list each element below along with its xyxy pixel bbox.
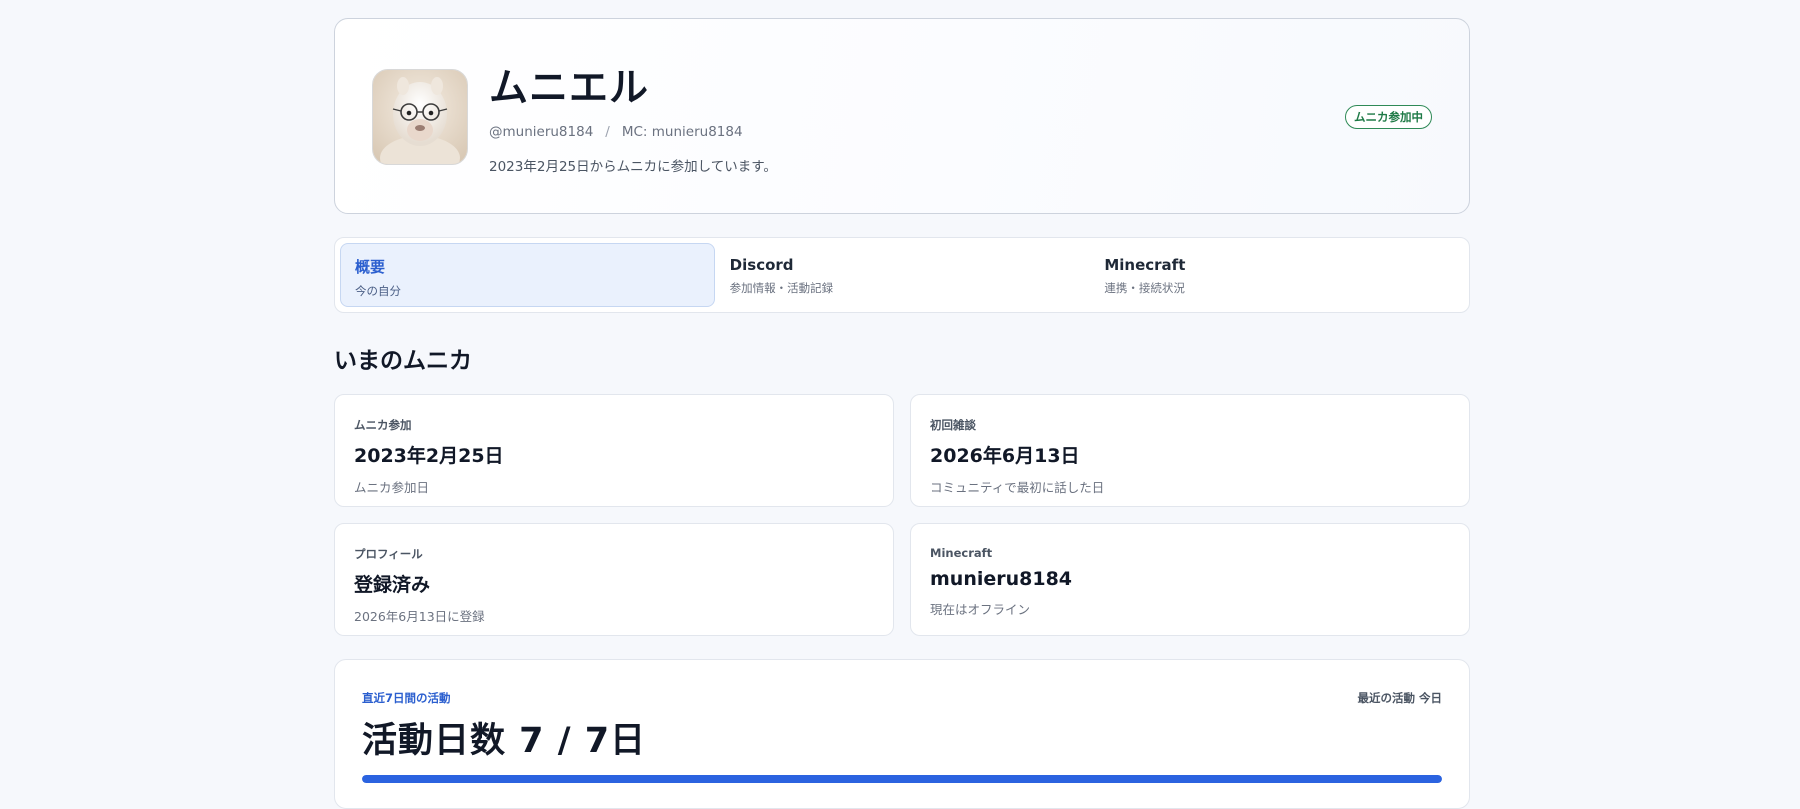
tab-overview-subtitle: 今の自分 xyxy=(355,284,401,298)
activity-progress-track xyxy=(362,775,1442,783)
handle-separator: / xyxy=(605,124,610,140)
profile-handles: @munieru8184 / MC: munieru8184 xyxy=(489,124,743,140)
tab-discord[interactable]: Discord 参加情報・活動記録 xyxy=(715,243,1090,307)
section-title: いまのムニカ xyxy=(334,348,472,374)
tab-overview-title: 概要 xyxy=(355,258,386,276)
page: ムニエル @munieru8184 / MC: munieru8184 2023年2… xyxy=(334,18,1470,809)
avatar xyxy=(372,69,468,165)
tab-minecraft[interactable]: Minecraft 連携・接続状況 xyxy=(1089,243,1464,307)
activity-progress-fill xyxy=(362,775,1442,783)
tab-discord-title: Discord xyxy=(729,256,794,274)
discord-handle: @munieru8184 xyxy=(489,124,594,140)
tab-minecraft-subtitle: 連携・接続状況 xyxy=(1104,281,1185,295)
tab-minecraft-title: Minecraft xyxy=(1104,256,1186,274)
stat-label: ムニカ参加 xyxy=(354,418,412,432)
activity-recent-label: 最近の活動 今日 xyxy=(1357,691,1442,705)
tab-bar: 概要 今の自分 Discord 参加情報・活動記録 Minecraft 連携・接… xyxy=(334,237,1470,313)
stat-label: プロフィール xyxy=(354,547,423,561)
stat-value: 登録済み xyxy=(354,574,431,596)
stat-note: ムニカ参加日 xyxy=(354,480,430,495)
stat-value: 2023年2月25日 xyxy=(354,445,504,467)
stat-card-first-chat: 初回雑談 2026年6月13日 コミュニティで最初に話した日 xyxy=(910,394,1470,507)
join-since-text: 2023年2月25日からムニカに参加しています。 xyxy=(489,159,777,175)
tab-discord-subtitle: 参加情報・活動記録 xyxy=(729,281,834,295)
minecraft-handle: MC: munieru8184 xyxy=(621,124,743,140)
profile-name: ムニエル xyxy=(489,66,650,111)
tab-overview[interactable]: 概要 今の自分 xyxy=(340,243,715,307)
stat-value: munieru8184 xyxy=(930,568,1073,590)
stat-label: Minecraft xyxy=(930,546,993,560)
status-badge: ムニカ参加中 xyxy=(1345,105,1432,129)
stat-note: 2026年6月13日に登録 xyxy=(354,609,485,624)
stat-card-profile: プロフィール 登録済み 2026年6月13日に登録 xyxy=(334,523,894,636)
stat-note: 現在はオフライン xyxy=(930,602,1031,617)
stat-card-join: ムニカ参加 2023年2月25日 ムニカ参加日 xyxy=(334,394,894,507)
profile-card: ムニエル @munieru8184 / MC: munieru8184 2023年2… xyxy=(334,18,1470,214)
stat-grid: ムニカ参加 2023年2月25日 ムニカ参加日 初回雑談 2026年6月13日 … xyxy=(334,394,1470,636)
stat-label: 初回雑談 xyxy=(930,418,976,432)
stat-card-minecraft: Minecraft munieru8184 現在はオフライン xyxy=(910,523,1470,636)
stat-value: 2026年6月13日 xyxy=(930,445,1080,467)
activity-period-label: 直近7日間の活動 xyxy=(362,691,451,705)
activity-days-title: 活動日数 7 / 7日 xyxy=(362,721,647,761)
activity-card: 直近7日間の活動 最近の活動 今日 活動日数 7 / 7日 xyxy=(334,659,1470,809)
avatar-alpaca-image xyxy=(373,70,467,164)
stat-note: コミュニティで最初に話した日 xyxy=(930,480,1105,495)
